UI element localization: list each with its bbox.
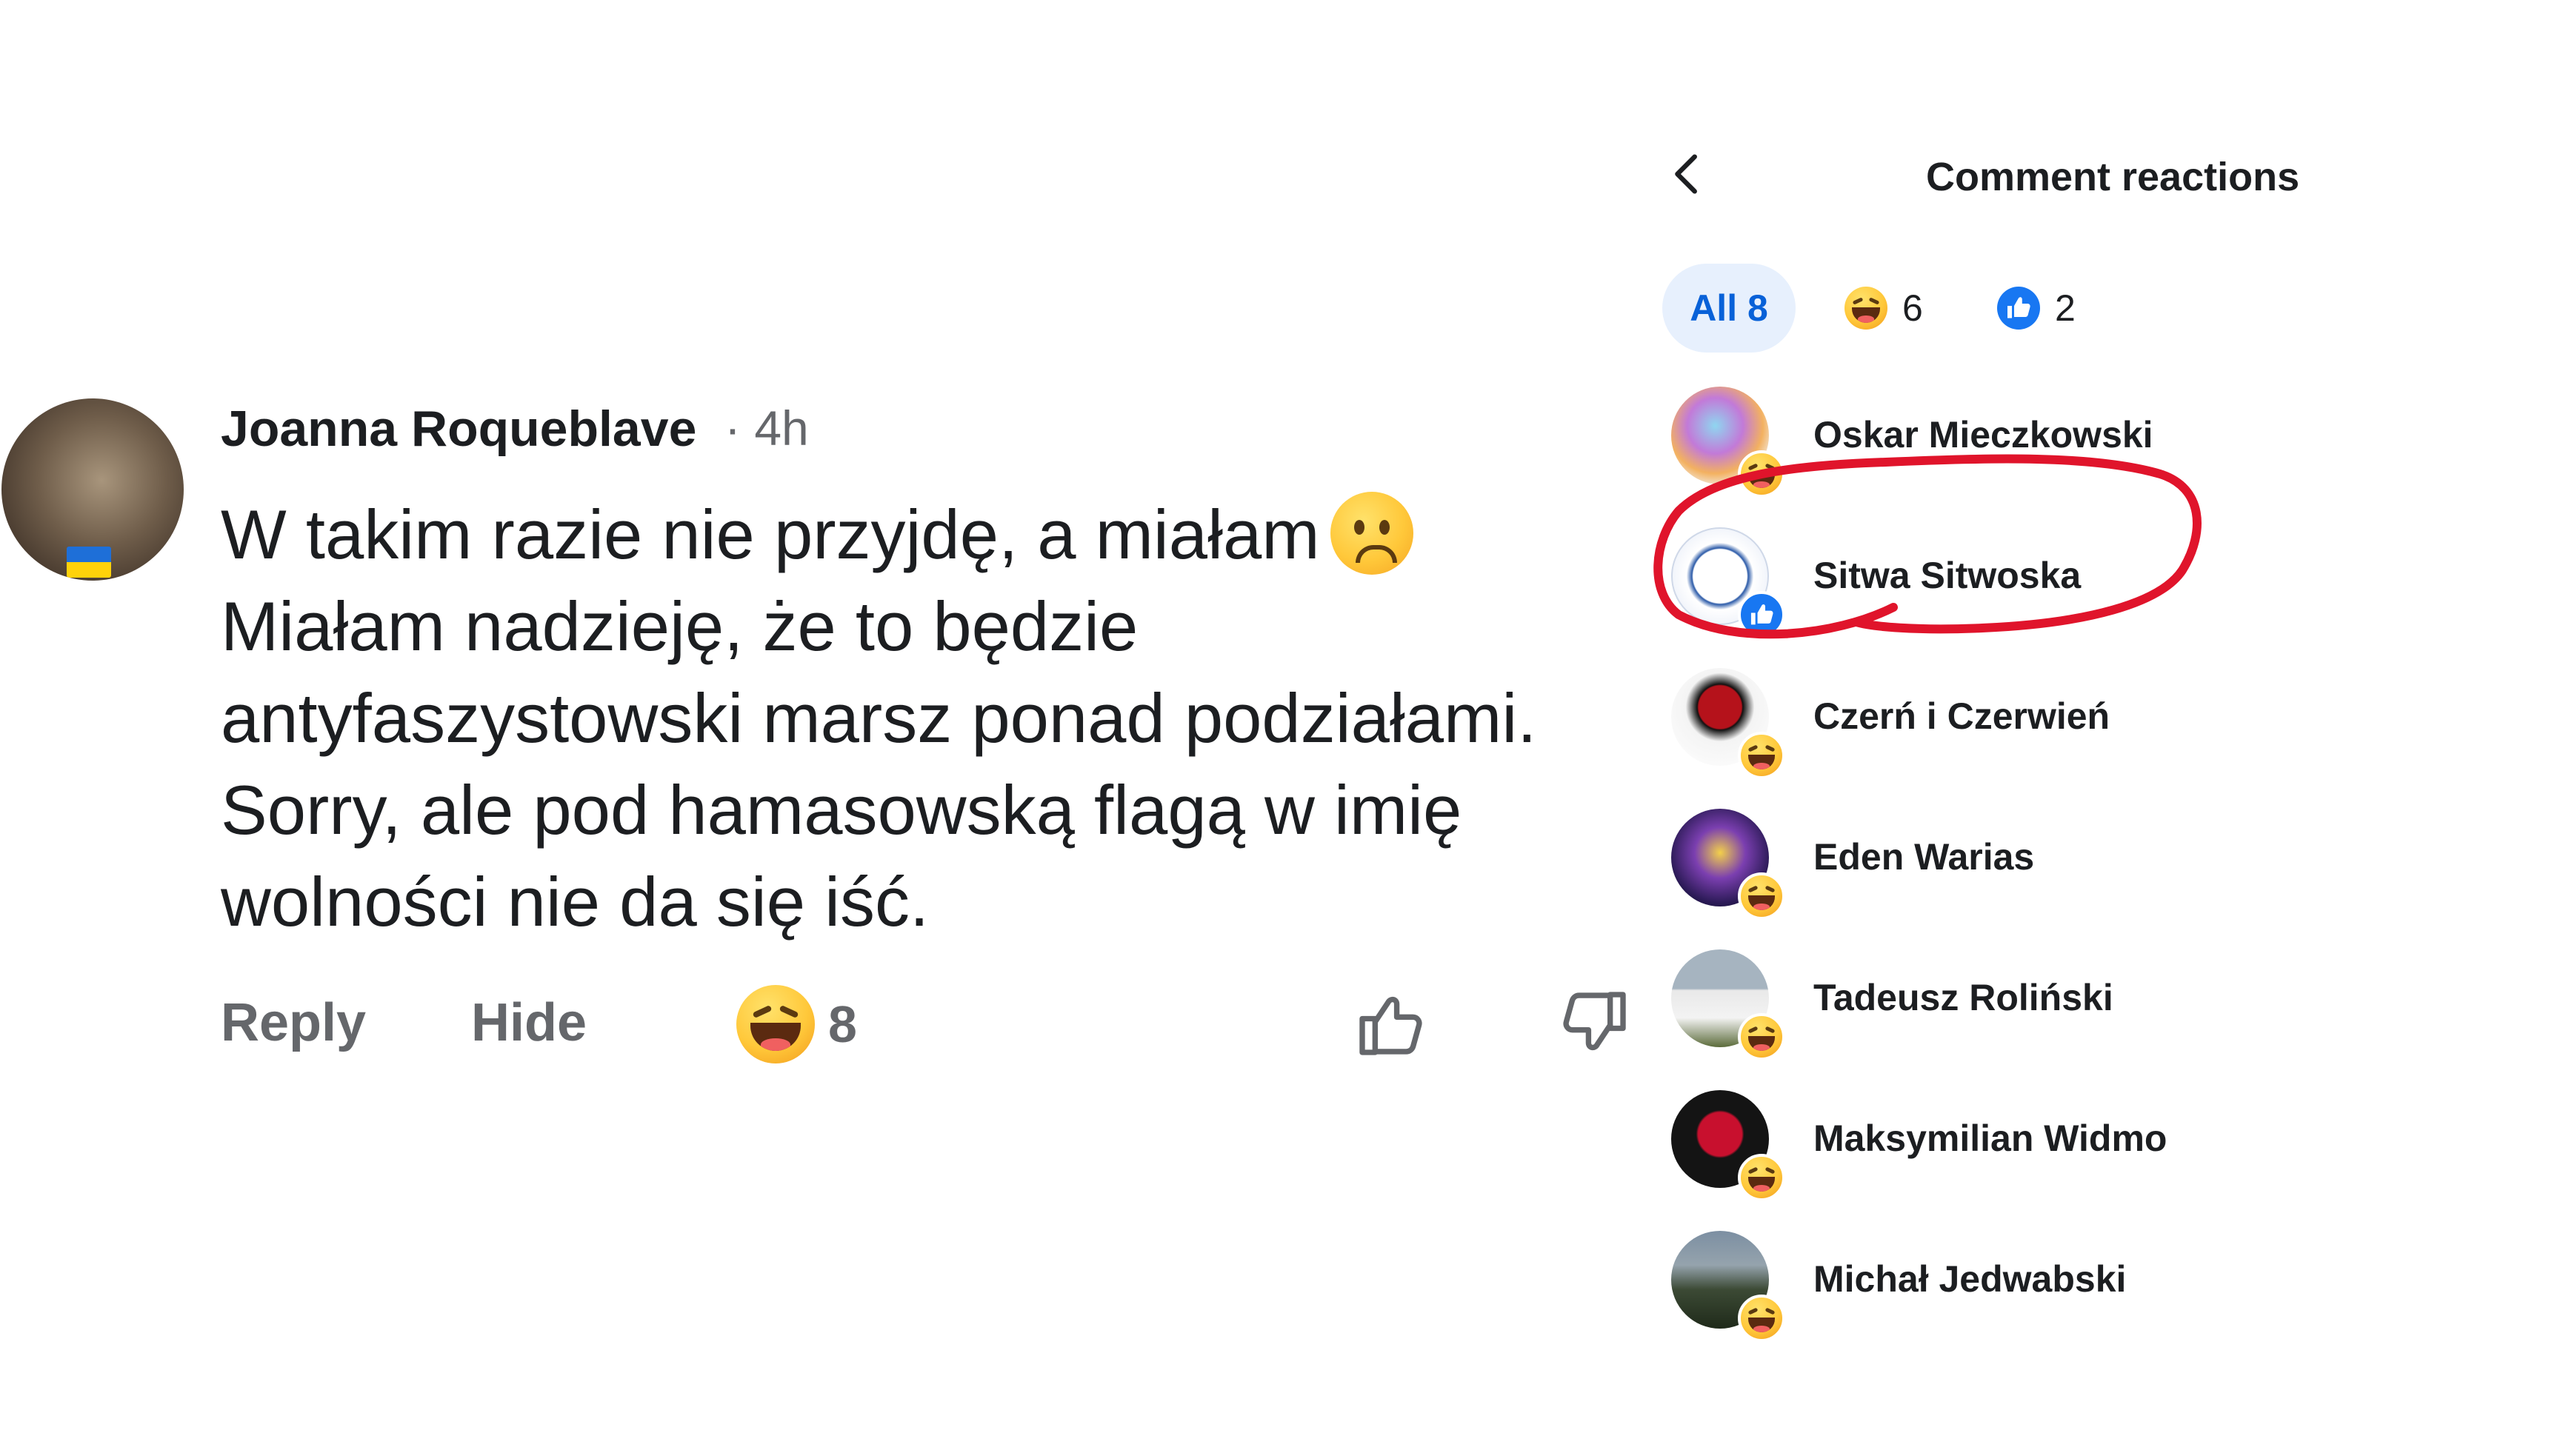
reactor-name[interactable]: Maksymilian Widmo — [1813, 1117, 2167, 1160]
reaction-row[interactable]: Tadeusz Roliński — [1670, 949, 2336, 1061]
back-arrow-icon[interactable] — [1662, 148, 1714, 200]
reactor-name[interactable]: Michał Jedwabski — [1813, 1258, 2126, 1300]
like-reaction-icon — [1997, 287, 2040, 330]
comment-line: wolności nie da się iść. — [221, 863, 930, 941]
haha-emoji-icon — [1738, 872, 1785, 920]
reaction-row[interactable]: Sitwa Sitwoska — [1670, 527, 2336, 638]
hide-button[interactable]: Hide — [471, 992, 587, 1053]
reaction-row[interactable]: Michał Jedwabski — [1670, 1231, 2336, 1342]
haha-emoji-icon — [1738, 450, 1785, 498]
panel-title: Comment reactions — [1926, 155, 2300, 199]
reaction-count: 8 — [828, 995, 857, 1053]
reaction-row[interactable]: Eden Warias — [1670, 809, 2336, 920]
thumbs-up-icon[interactable] — [1353, 985, 1430, 1062]
ukraine-flag-icon — [67, 547, 111, 578]
reaction-summary-button[interactable]: 8 — [736, 984, 857, 1065]
comment-line: Sorry, ale pod hamasowską flagą w imię — [221, 771, 1462, 849]
reactor-name[interactable]: Tadeusz Roliński — [1813, 976, 2113, 1019]
reactor-name[interactable]: Czerń i Czerwień — [1813, 695, 2110, 738]
frowning-face-emoji-icon — [1330, 492, 1413, 575]
tab-like-count: 2 — [2055, 287, 2076, 329]
reactor-name[interactable]: Eden Warias — [1813, 835, 2034, 878]
haha-emoji-icon — [1844, 287, 1887, 330]
comment-line: W takim razie nie przyjdę, a miałam — [221, 489, 1665, 581]
comment-line: antyfaszystowski marsz ponad podziałami. — [221, 679, 1537, 757]
reaction-row[interactable]: Oskar Mieczkowski — [1670, 387, 2336, 498]
comment-line: Miałam nadzieję, że to będzie — [221, 587, 1139, 665]
reply-button[interactable]: Reply — [221, 992, 366, 1053]
like-reaction-icon — [1738, 591, 1785, 638]
tab-haha-count: 6 — [1902, 287, 1923, 329]
tab-all[interactable]: All 8 — [1662, 264, 1796, 353]
comment-text: W takim razie nie przyjdę, a miałam Miał… — [221, 489, 1665, 948]
reaction-row[interactable]: Czerń i Czerwień — [1670, 668, 2336, 779]
haha-emoji-icon — [1738, 1295, 1785, 1342]
comment-author-avatar[interactable] — [1, 398, 184, 581]
comment-author-name[interactable]: Joanna Roqueblave — [221, 400, 696, 458]
tab-like[interactable]: 2 — [1997, 264, 2076, 353]
thumbs-down-icon[interactable] — [1556, 985, 1633, 1062]
haha-emoji-icon — [1738, 1013, 1785, 1061]
reactor-name[interactable]: Sitwa Sitwoska — [1813, 554, 2081, 597]
haha-emoji-icon — [1738, 732, 1785, 779]
reaction-row[interactable]: Maksymilian Widmo — [1670, 1090, 2336, 1201]
reactor-name[interactable]: Oskar Mieczkowski — [1813, 413, 2153, 456]
tab-haha[interactable]: 6 — [1844, 264, 1923, 353]
comment-timestamp: · 4h — [724, 401, 809, 455]
haha-emoji-icon — [736, 985, 815, 1063]
haha-emoji-icon — [1738, 1154, 1785, 1201]
